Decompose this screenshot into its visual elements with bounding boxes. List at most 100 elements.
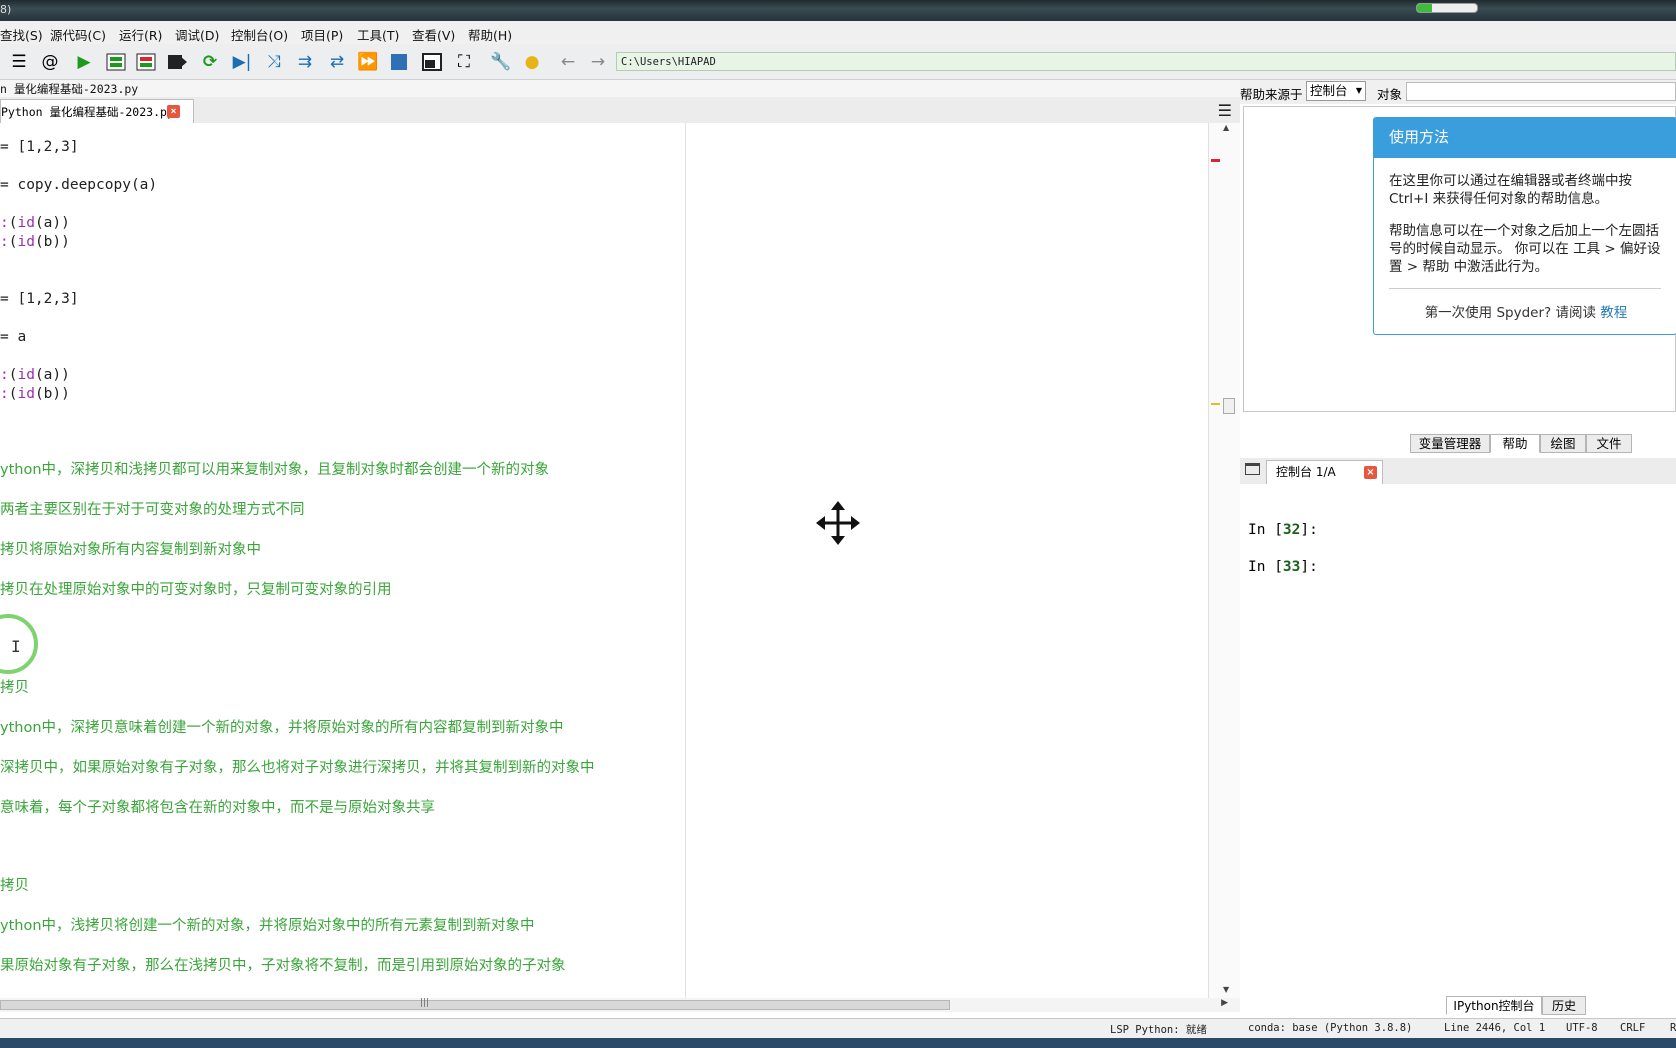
comment-text: 深拷贝中，如果原始对象有子对象，那么也将对子对象进行深拷贝，并将其复制到新的对象… [0, 760, 595, 776]
usage-card-title: 使用方法 [1374, 118, 1676, 158]
code-text: (a)) [34, 367, 70, 383]
step-return-icon[interactable]: ⇄ [326, 51, 348, 73]
edge-line [685, 123, 686, 998]
preferences-icon[interactable]: 🔧 [490, 51, 512, 73]
menu-search[interactable]: 查找(S) [0, 25, 43, 44]
error-marker [1211, 159, 1220, 162]
hscroll-grip: ||| [420, 998, 430, 1008]
keyword-text: id [17, 215, 35, 231]
debug-icon[interactable]: ▶| [231, 51, 253, 73]
console-tab-strip: 控制台 1/A × [1240, 458, 1676, 485]
help-toolbar: 帮助来源于 控制台 ▼ 对象 [1240, 80, 1676, 104]
forward-arrow-icon[interactable]: → [587, 51, 609, 73]
code-editor[interactable]: = [1,2,3] = copy.deepcopy(a):(id(a)):(id(… [0, 123, 1208, 998]
comment-text: 两者主要区别在于对于可变对象的处理方式不同 [0, 502, 305, 518]
prompt-suffix: ]: [1300, 522, 1318, 538]
prompt-number: 32 [1282, 522, 1301, 538]
tab-ipython-console[interactable]: IPython控制台 [1446, 996, 1542, 1015]
close-tab-icon[interactable]: × [167, 105, 180, 118]
status-bar: LSP Python: 就绪 conda: base (Python 3.8.8… [0, 1018, 1676, 1039]
help-source-value: 控制台 [1310, 83, 1348, 98]
console-prompt: In [33]: [1248, 559, 1318, 575]
console-window-icon[interactable] [1245, 463, 1260, 475]
cursor-position: Line 2446, Col 1 [1444, 1022, 1546, 1034]
keyword-text: : [0, 367, 9, 383]
eol-status: CRLF [1620, 1022, 1646, 1034]
console-tab[interactable]: 控制台 1/A × [1266, 460, 1383, 484]
stop-icon[interactable] [388, 51, 410, 73]
scroll-right-icon[interactable]: ▶ [1221, 998, 1228, 1008]
window-titlebar: 8) [0, 0, 1676, 21]
run-selection-icon[interactable] [166, 51, 188, 73]
at-icon[interactable]: @ [39, 51, 61, 73]
outline-icon[interactable]: ☰ [8, 51, 30, 73]
tab-history[interactable]: 历史 [1542, 996, 1586, 1015]
code-line: 拷贝 [0, 676, 29, 697]
menu-source[interactable]: 源代码(C) [50, 25, 106, 44]
usage-card-text-1: 在这里你可以通过在编辑器或者终端中按 Ctrl+I 来获得任何对象的帮助信息。 [1389, 173, 1632, 207]
menu-project[interactable]: 项目(P) [301, 25, 343, 44]
maximize-pane-icon[interactable] [421, 51, 443, 73]
comment-text: 拷贝在处理原始对象中的可变对象时，只复制可变对象的引用 [0, 582, 392, 598]
editor-vertical-scrollbar[interactable]: ▲ ▼ [1208, 123, 1241, 998]
code-line: :(id(a)) [0, 367, 70, 383]
run-cell-icon[interactable] [105, 51, 127, 73]
usage-card-footer: 第一次使用 Spyder? 请阅读 教程 [1374, 301, 1676, 321]
tab-variable-explorer[interactable]: 变量管理器 [1410, 434, 1490, 453]
fullscreen-icon[interactable]: ⛶ [453, 51, 475, 73]
code-line: 两者主要区别在于对于可变对象的处理方式不同 [0, 498, 305, 519]
python-path-icon[interactable]: ● [521, 51, 543, 73]
os-taskbar [0, 1038, 1676, 1048]
ipython-console[interactable]: In [32]: In [33]: [1240, 484, 1676, 982]
keyword-text: id [17, 234, 35, 250]
tab-plots[interactable]: 绘图 [1540, 434, 1586, 453]
keyword-text: id [17, 367, 35, 383]
prompt-prefix: In [ [1248, 522, 1283, 538]
hscroll-thumb[interactable] [0, 1000, 950, 1010]
code-line: ython中，浅拷贝将创建一个新的对象，并将原始对象中的所有元素复制到新对象中 [0, 914, 535, 935]
scroll-down-icon[interactable]: ▼ [1223, 985, 1229, 994]
rerun-icon[interactable]: ⟳ [199, 51, 221, 73]
code-text: (a)) [34, 215, 70, 231]
back-arrow-icon[interactable]: ← [557, 51, 579, 73]
code-line: 果原始对象有子对象，那么在浅拷贝中，子对象将不复制，而是引用到原始对象的子对象 [0, 954, 566, 975]
run-cell-advance-icon[interactable] [135, 51, 157, 73]
editor-tab-strip: Python 量化编程基础-2023.py × ☰ [0, 97, 1240, 124]
conda-status: conda: base (Python 3.8.8) [1248, 1022, 1413, 1034]
comment-text: 拷贝 [0, 680, 29, 696]
console-tab-label: 控制台 1/A [1276, 465, 1336, 479]
step-icon[interactable]: ⤨ [263, 51, 285, 73]
titlebar-progress [1416, 3, 1478, 13]
prompt-number: 33 [1282, 559, 1301, 575]
prompt-prefix: In [ [1248, 559, 1283, 575]
menu-tools[interactable]: 工具(T) [357, 25, 399, 44]
editor-tab[interactable]: Python 量化编程基础-2023.py × [0, 99, 194, 124]
tab-help[interactable]: 帮助 [1490, 434, 1540, 453]
console-prompt: In [32]: [1248, 522, 1318, 538]
scroll-up-icon[interactable]: ▲ [1223, 123, 1229, 132]
code-line: ython中，深拷贝和浅拷贝都可以用来复制对象，且复制对象时都会创建一个新的对象 [0, 458, 549, 479]
menu-console[interactable]: 控制台(O) [231, 25, 288, 44]
menu-run[interactable]: 运行(R) [119, 25, 162, 44]
menu-debug[interactable]: 调试(D) [175, 25, 219, 44]
scroll-thumb[interactable] [1223, 398, 1235, 414]
code-line: :(id(b)) [0, 386, 70, 402]
code-line: = copy.deepcopy(a) [0, 177, 157, 193]
tab-files[interactable]: 文件 [1586, 434, 1632, 453]
editor-horizontal-scrollbar[interactable]: ||| ▶ [0, 998, 1240, 1012]
menu-help[interactable]: 帮助(H) [468, 25, 512, 44]
tutorial-link[interactable]: 教程 [1600, 305, 1627, 321]
object-input[interactable] [1406, 82, 1676, 101]
options-menu-icon[interactable]: ☰ [1218, 103, 1232, 119]
run-icon[interactable]: ▶ [73, 51, 95, 73]
close-console-icon[interactable]: × [1364, 466, 1377, 479]
help-content-area: 使用方法 在这里你可以通过在编辑器或者终端中按 Ctrl+I 来获得任何对象的帮… [1243, 106, 1676, 412]
code-line: ython中，深拷贝意味着创建一个新的对象，并将原始对象的所有内容都复制到新对象… [0, 716, 564, 737]
help-source-select[interactable]: 控制台 ▼ [1306, 81, 1366, 101]
warning-marker [1211, 403, 1220, 405]
step-into-icon[interactable]: ⇉ [294, 51, 316, 73]
menu-view[interactable]: 查看(V) [412, 25, 455, 44]
working-directory-field[interactable]: C:\Users\HIAPAD [616, 52, 1676, 71]
continue-icon[interactable]: ⏩ [357, 51, 379, 73]
code-line: 拷贝将原始对象所有内容复制到新对象中 [0, 538, 261, 559]
